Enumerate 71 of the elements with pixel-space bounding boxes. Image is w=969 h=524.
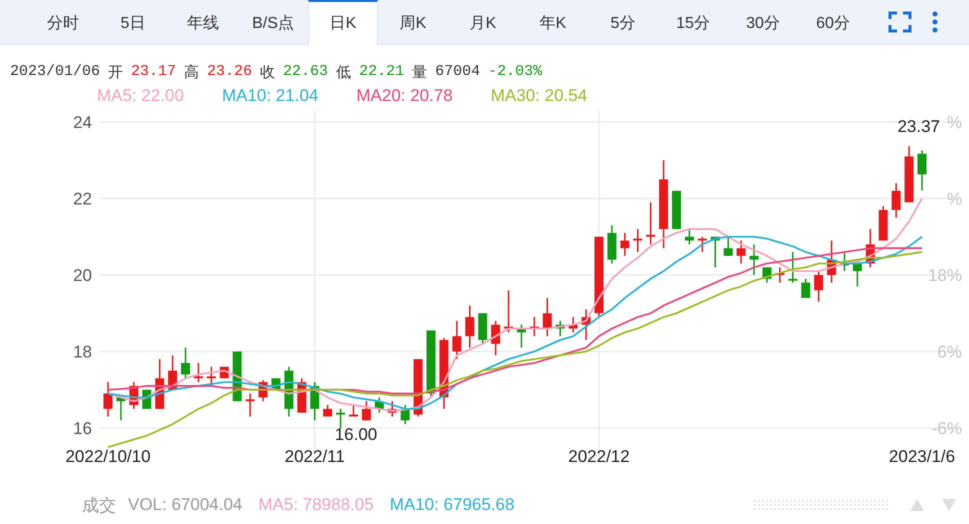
candlestick — [750, 244, 759, 276]
date-label: 2022/11 — [284, 447, 345, 466]
axis-label: 24 — [73, 112, 92, 132]
candlestick — [698, 236, 707, 253]
period-tab[interactable]: 年线 — [168, 0, 238, 44]
period-tab[interactable]: B/S点 — [238, 0, 308, 44]
period-tab[interactable]: 年K — [518, 0, 588, 44]
candlestick — [491, 320, 500, 356]
axis-label: 20 — [73, 266, 92, 285]
candlestick — [633, 228, 642, 253]
period-tab[interactable]: 5日 — [98, 0, 168, 44]
quote-date: 2023/01/06 — [10, 63, 100, 82]
axis-label: 18% — [928, 266, 962, 285]
ma-legend-label: MA20: 20.78 — [356, 86, 453, 106]
candlestick — [801, 278, 810, 299]
ma-legend-label: MA10: 21.04 — [222, 86, 318, 106]
date-label: 2023/1/6 — [888, 447, 956, 466]
ma-legend-label: MA30: 20.54 — [490, 86, 588, 106]
volume-title: 成交 — [82, 494, 116, 516]
volume-legend-label: VOL: 67004.04 — [128, 495, 242, 515]
candlestick — [336, 408, 346, 429]
quote-value: 22.63 — [283, 63, 328, 82]
axis-label: -6% — [932, 419, 962, 438]
quote-value: 67004 — [435, 63, 480, 82]
scroll-track-icon[interactable] — [754, 498, 889, 512]
volume-legend-label: MA5: 78988.05 — [258, 495, 374, 515]
axis-label: 18 — [73, 342, 92, 362]
period-tab[interactable]: 15分 — [658, 0, 728, 44]
candlestick — [104, 381, 112, 418]
quote-label: 高 — [184, 63, 200, 82]
high-price-label: 23.37 — [897, 116, 940, 136]
change-percent: -2.03% — [488, 63, 542, 82]
candlestick — [362, 400, 371, 422]
candlestick — [736, 240, 746, 264]
candlestick — [892, 182, 901, 218]
candlestick — [620, 232, 630, 257]
candlestick — [194, 362, 203, 383]
quote-label: 量 — [412, 64, 428, 82]
period-tab[interactable]: 日K — [308, 0, 378, 45]
low-price-label: 16.00 — [334, 425, 378, 444]
quote-value: 23.26 — [207, 63, 252, 82]
candlestick — [814, 270, 824, 303]
period-tab[interactable]: 60分 — [798, 0, 868, 44]
axis-label: % — [946, 189, 962, 208]
scroll-up-icon[interactable] — [909, 498, 925, 512]
axis-label: % — [946, 112, 962, 132]
quote-label: 开 — [108, 64, 124, 82]
date-label: 2022/12 — [568, 447, 630, 466]
axis-label: 22 — [73, 189, 92, 208]
candlestick — [181, 346, 190, 380]
candlestick — [918, 150, 926, 192]
candlestick — [465, 304, 474, 348]
period-tab[interactable]: 30分 — [728, 0, 798, 44]
candlestick — [684, 228, 694, 246]
candlestick — [542, 297, 552, 337]
ma-legend-label: MA5: 22.00 — [97, 86, 184, 106]
quote-label: 收 — [260, 64, 276, 82]
period-tab[interactable]: 月K — [448, 0, 518, 44]
volume-legend-label: MA10: 67965.68 — [390, 495, 514, 515]
candlestick — [724, 236, 733, 257]
scroll-down-icon[interactable] — [941, 498, 957, 512]
candlestick — [452, 320, 462, 360]
axis-label: 6% — [937, 342, 962, 362]
quote-value: 23.17 — [131, 63, 176, 82]
period-tab[interactable]: 5分 — [588, 0, 658, 44]
quote-value: 22.21 — [359, 63, 404, 82]
quote-label: 低 — [336, 64, 352, 82]
date-label: 2022/10/10 — [65, 447, 151, 466]
axis-label: 16 — [73, 419, 92, 438]
period-tab[interactable]: 分时 — [28, 0, 98, 44]
period-tab[interactable]: 周K — [378, 0, 448, 44]
